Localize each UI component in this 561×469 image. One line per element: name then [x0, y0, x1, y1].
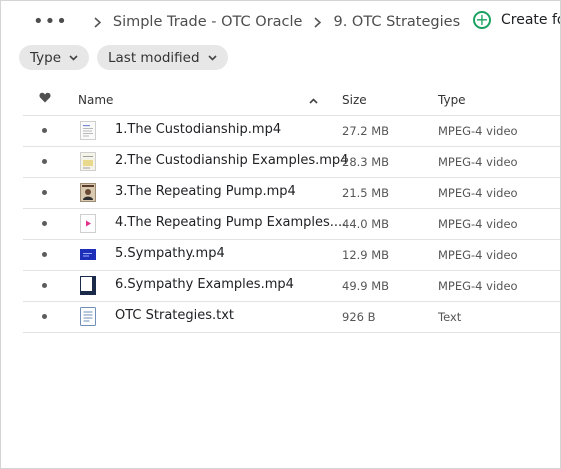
chart-page-thumbnail-icon	[80, 152, 96, 171]
type-column-header[interactable]: Type	[438, 93, 466, 107]
filter-bar: Type Last modified	[19, 45, 228, 70]
file-size: 49.9 MB	[342, 279, 390, 293]
file-name[interactable]: 1.The Custodianship.mp4	[115, 122, 281, 137]
sort-ascending-icon[interactable]	[309, 93, 318, 107]
type-filter[interactable]: Type	[19, 45, 90, 70]
table-row[interactable]: 4.The Repeating Pump Examples.... 44.0 M…	[23, 208, 560, 240]
file-name[interactable]: 2.The Custodianship Examples.mp4	[115, 153, 348, 168]
video-play-icon	[80, 214, 96, 233]
last-modified-filter[interactable]: Last modified	[97, 45, 228, 70]
row-bullet	[42, 283, 47, 288]
file-browser-window: ••• Simple Trade - OTC Oracle 9. OTC Str…	[0, 0, 561, 469]
dark-slide-thumbnail-icon	[80, 276, 96, 295]
file-type: MPEG-4 video	[438, 155, 518, 169]
file-type: MPEG-4 video	[438, 248, 518, 262]
file-type: MPEG-4 video	[438, 279, 518, 293]
chevron-right-icon	[314, 16, 322, 28]
table-row[interactable]: 5.Sympathy.mp4 12.9 MB MPEG-4 video	[23, 239, 560, 271]
more-options-icon[interactable]: •••	[33, 13, 68, 31]
table-row[interactable]: 2.The Custodianship Examples.mp4 28.3 MB…	[23, 146, 560, 178]
table-row[interactable]: 1.The Custodianship.mp4 27.2 MB MPEG-4 v…	[23, 115, 560, 147]
file-name[interactable]: 3.The Repeating Pump.mp4	[115, 184, 296, 199]
chevron-right-icon	[94, 16, 101, 28]
file-type: MPEG-4 video	[438, 186, 518, 200]
add-icon: +	[473, 11, 491, 29]
create-folder-button[interactable]: + Create fo	[473, 11, 561, 29]
file-name[interactable]: 6.Sympathy Examples.mp4	[115, 277, 294, 292]
table-row[interactable]: 6.Sympathy Examples.mp4 49.9 MB MPEG-4 v…	[23, 270, 560, 302]
file-type: Text	[438, 310, 462, 324]
doc-page-thumbnail-icon	[80, 121, 96, 140]
portrait-thumbnail-icon	[80, 183, 96, 202]
file-name[interactable]: 5.Sympathy.mp4	[115, 246, 225, 261]
file-type: MPEG-4 video	[438, 124, 518, 138]
breadcrumb: ••• Simple Trade - OTC Oracle 9. OTC Str…	[33, 11, 460, 33]
heart-icon[interactable]	[39, 92, 51, 106]
file-type: MPEG-4 video	[438, 217, 518, 231]
row-bullet	[42, 252, 47, 257]
create-folder-label: Create fo	[501, 12, 561, 28]
breadcrumb-item-parent[interactable]: Simple Trade - OTC Oracle	[113, 14, 303, 30]
file-name[interactable]: 4.The Repeating Pump Examples....	[115, 215, 346, 230]
row-bullet	[42, 314, 47, 319]
size-column-header[interactable]: Size	[342, 93, 367, 107]
table-row[interactable]: 3.The Repeating Pump.mp4 21.5 MB MPEG-4 …	[23, 177, 560, 209]
file-name[interactable]: OTC Strategies.txt	[115, 308, 234, 323]
row-bullet	[42, 159, 47, 164]
row-bullet	[42, 221, 47, 226]
table-header: Name Size Type	[23, 83, 560, 116]
type-filter-label: Type	[30, 49, 62, 66]
chevron-down-icon	[207, 54, 217, 61]
file-size: 926 B	[342, 310, 376, 324]
text-file-icon	[80, 307, 96, 326]
file-size: 27.2 MB	[342, 124, 390, 138]
breadcrumb-item-current[interactable]: 9. OTC Strategies	[333, 14, 460, 30]
table-row[interactable]: OTC Strategies.txt 926 B Text	[23, 301, 560, 333]
file-size: 28.3 MB	[342, 155, 390, 169]
file-size: 12.9 MB	[342, 248, 390, 262]
name-column-header[interactable]: Name	[78, 93, 113, 107]
file-size: 21.5 MB	[342, 186, 390, 200]
last-modified-filter-label: Last modified	[108, 49, 200, 66]
blue-slide-thumbnail-icon	[80, 245, 96, 264]
file-size: 44.0 MB	[342, 217, 390, 231]
chevron-down-icon	[69, 54, 78, 61]
row-bullet	[42, 190, 47, 195]
row-bullet	[42, 128, 47, 133]
